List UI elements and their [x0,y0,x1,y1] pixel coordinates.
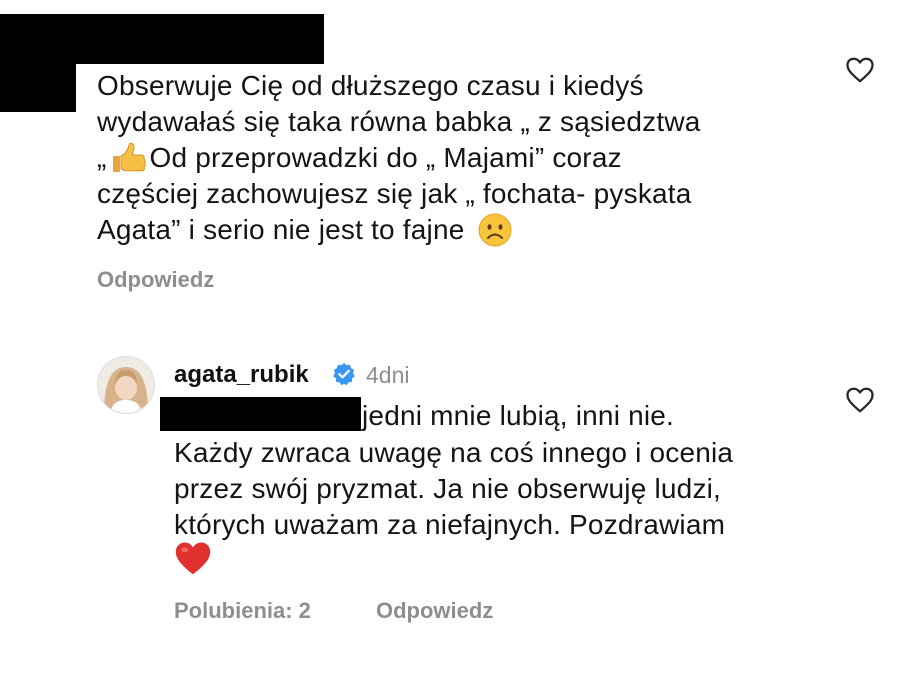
comment-line: Agata” i serio nie jest to fajne [97,212,513,248]
timestamp: 4dni [366,362,410,388]
likes-count-button[interactable]: Polubienia: 2 [174,598,311,624]
like-heart-icon[interactable] [845,386,875,414]
redacted-mention-block [160,397,361,431]
username[interactable]: agata_rubik [174,361,309,389]
comment-line: Obserwuje Cię od dłuższego czasu i kiedy… [97,70,644,101]
comment-line: częściej zachowujesz się jak „ fochata- … [97,178,692,209]
avatar[interactable] [97,356,155,414]
comment-line-fragment: Od przeprowadzki do „ Majami” coraz [149,142,622,173]
comment-line: Każdy zwraca uwagę na coś innego i oceni… [174,437,734,468]
comment-line: „ Od przeprowadzki do „ Majami” coraz [97,140,622,176]
red-heart-emoji-icon [175,542,211,575]
frowning-face-emoji-icon [478,213,511,247]
avatar-photo [98,357,154,413]
like-heart-icon[interactable] [845,56,875,84]
comment-line-fragment: „ [97,142,107,173]
reply-button[interactable]: Odpowiedz [376,598,493,624]
comment-line: których uważam za niefajnych. Pozdrawiam [174,509,726,540]
thumbs-up-emoji-icon [112,142,146,172]
comment-line: wydawałaś się taka równa babka „ z sąsie… [97,106,701,137]
redacted-avatar-block [0,14,76,112]
comment-line: jedni mnie lubią, inni nie. [362,400,675,431]
reply-button[interactable]: Odpowiedz [97,267,214,293]
comment-line: przez swój pryzmat. Ja nie obserwuję lud… [174,473,722,504]
verified-badge-icon [333,363,355,386]
comment-line-fragment: Agata” i serio nie jest to fajne [97,214,465,245]
